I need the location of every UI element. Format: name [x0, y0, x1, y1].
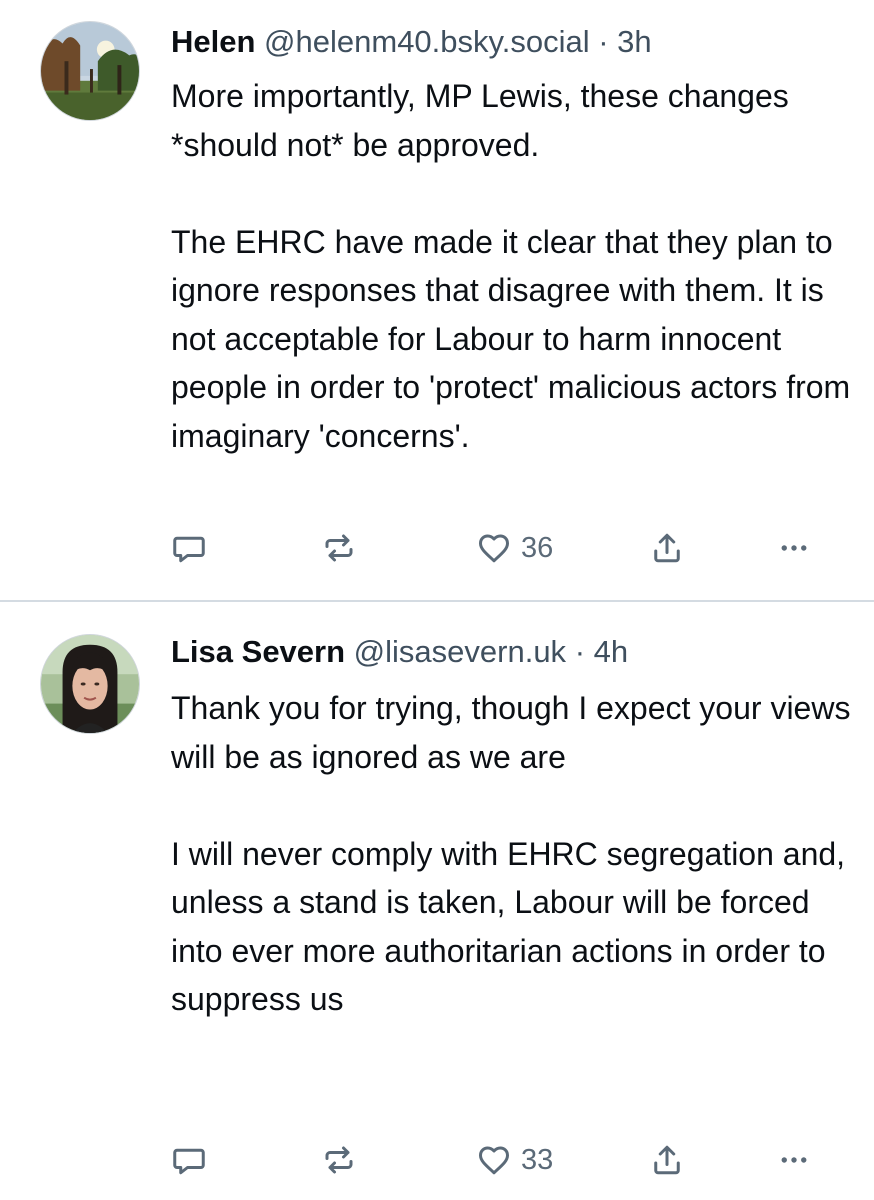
author-handle[interactable]: @lisasevern.uk — [354, 634, 566, 669]
post-text: More importantly, MP Lewis, these change… — [171, 72, 854, 460]
post-text: Thank you for trying, though I expect yo… — [171, 684, 854, 1024]
avatar-image — [41, 22, 139, 120]
post-helen[interactable]: Helen @helenm40.bsky.social · 3h More im… — [0, 0, 874, 600]
post-header: Lisa Severn @lisasevern.uk · 4h — [171, 632, 864, 672]
reply-icon — [173, 536, 205, 563]
more-options-button[interactable] — [776, 528, 812, 568]
header-separator: · — [598, 24, 609, 59]
like-button[interactable]: 36 — [476, 528, 553, 568]
post-paragraph: The EHRC have made it clear that they pl… — [171, 223, 851, 454]
repost-button[interactable] — [321, 528, 357, 568]
like-icon — [479, 534, 509, 563]
repost-button[interactable] — [321, 1140, 357, 1180]
post-lisa-severn[interactable]: Lisa Severn @lisasevern.uk · 4h Thank yo… — [0, 602, 874, 1200]
author-handle[interactable]: @helenm40.bsky.social — [264, 24, 590, 59]
reply-button[interactable] — [171, 528, 207, 568]
author-display-name[interactable]: Helen — [171, 24, 255, 59]
share-icon — [654, 533, 680, 563]
post-time[interactable]: 4h — [594, 634, 628, 669]
more-icon — [781, 545, 807, 551]
avatar[interactable] — [40, 634, 140, 734]
post-actions: 36 — [171, 528, 831, 568]
post-paragraph: More importantly, MP Lewis, these change… — [171, 78, 789, 163]
post-time[interactable]: 3h — [617, 24, 651, 59]
avatar-image — [41, 635, 139, 733]
avatar[interactable] — [40, 21, 140, 121]
share-icon — [654, 1145, 680, 1175]
like-icon — [479, 1146, 509, 1175]
share-button[interactable] — [649, 528, 685, 568]
post-paragraph: I will never comply with EHRC segregatio… — [171, 835, 846, 1018]
more-icon — [781, 1157, 807, 1163]
like-count: 36 — [521, 532, 554, 564]
repost-icon — [325, 1146, 353, 1174]
post-paragraph: Thank you for trying, though I expect yo… — [171, 690, 851, 775]
repost-icon — [325, 534, 353, 562]
author-display-name[interactable]: Lisa Severn — [171, 634, 345, 669]
more-options-button[interactable] — [776, 1140, 812, 1180]
header-separator: · — [574, 634, 586, 669]
like-count: 33 — [521, 1144, 554, 1176]
like-button[interactable]: 33 — [476, 1140, 553, 1180]
reply-button[interactable] — [171, 1140, 207, 1180]
post-actions: 33 — [171, 1140, 831, 1180]
post-header: Helen @helenm40.bsky.social · 3h — [171, 22, 864, 62]
share-button[interactable] — [649, 1140, 685, 1180]
reply-icon — [173, 1148, 205, 1175]
